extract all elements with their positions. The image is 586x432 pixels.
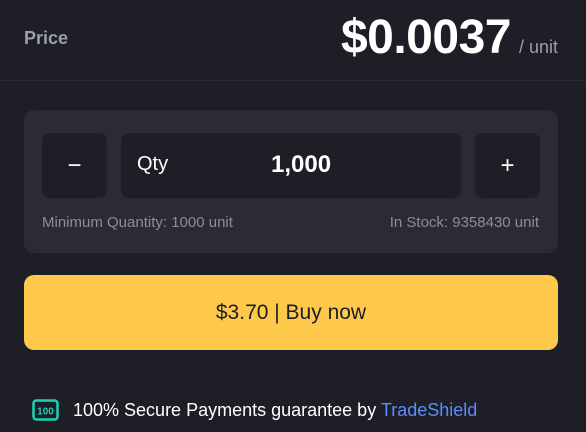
quantity-field[interactable]: Qty [121, 133, 461, 198]
minus-icon: − [67, 151, 82, 179]
quantity-input[interactable] [271, 151, 411, 179]
price-header: Price $0.0037 / unit [0, 0, 586, 81]
buy-now-button[interactable]: $3.70 | Buy now [24, 275, 558, 350]
secure-text: 100% Secure Payments guarantee by TradeS… [73, 400, 477, 421]
price-value: $0.0037 / unit [341, 10, 558, 65]
tradeshield-link[interactable]: TradeShield [381, 400, 477, 420]
in-stock-text: In Stock: 9358430 unit [389, 214, 539, 231]
secure-text-main: 100% Secure Payments guarantee by [73, 399, 381, 420]
price-label: Price [24, 28, 69, 48]
price-unit: / unit [518, 37, 558, 57]
quantity-label: Qty [137, 153, 169, 175]
increment-button[interactable]: + [475, 133, 540, 198]
shield-100-icon: 100 [32, 399, 59, 421]
quantity-card: − Qty + Minimum Quantity: 1000 unit In S… [24, 110, 558, 253]
minimum-quantity-text: Minimum Quantity: 1000 unit [42, 214, 233, 231]
decrement-button[interactable]: − [42, 133, 107, 198]
shield-icon-text: 100 [37, 407, 54, 418]
secure-payments-note: 100 100% Secure Payments guarantee by Tr… [32, 399, 477, 421]
plus-icon: + [500, 151, 515, 179]
price-amount: $0.0037 [340, 11, 512, 64]
